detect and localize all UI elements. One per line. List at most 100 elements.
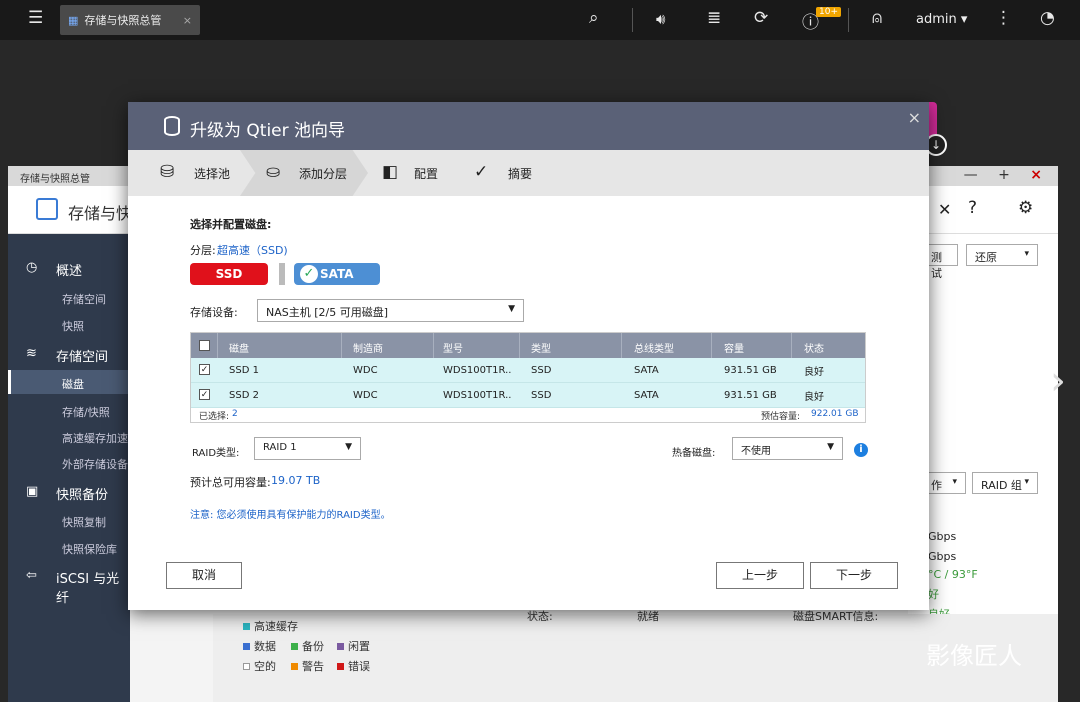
speed-value: Gbps xyxy=(928,550,957,563)
app-tab[interactable]: ▦ 存储与快照总管 × xyxy=(60,5,200,35)
sidebar-item-storage-snapshot[interactable]: 存储/快照 xyxy=(62,404,110,420)
tier-ssd-button[interactable]: SSD xyxy=(190,263,268,285)
cell-capacity: 931.51 GB xyxy=(724,365,777,376)
sidebar-item-snapshot-replica[interactable]: 快照复制 xyxy=(62,514,106,530)
cell-bus: SATA xyxy=(634,365,659,376)
sidebar-item-snapshot[interactable]: 快照 xyxy=(62,318,84,334)
notification-badge: 10+ xyxy=(816,7,841,17)
col-model: 型号 xyxy=(443,344,463,355)
legend-error: 错误 xyxy=(337,658,370,674)
legend-data-label: 数据 xyxy=(254,640,276,653)
legend-cache: 高速缓存 xyxy=(243,618,298,634)
raid-note: 注意: 您必须使用具有保护能力的RAID类型。 xyxy=(190,510,391,521)
cell-model: WDS100T1R.. xyxy=(443,390,512,401)
chevron-right-icon[interactable]: › xyxy=(1050,358,1066,404)
col-capacity: 容量 xyxy=(724,344,744,355)
legend-error-label: 错误 xyxy=(348,660,370,673)
tier-value: 超高速（SSD) xyxy=(217,244,288,257)
col-type: 类型 xyxy=(531,344,551,355)
table-footer: 已选择: 2 预估容量: 922.01 GB xyxy=(191,408,865,423)
sidebar-item-external[interactable]: 外部存储设备 xyxy=(62,456,128,472)
action-label: 作 xyxy=(931,479,942,492)
col-disk: 磁盘 xyxy=(229,344,249,355)
legend-backup: 备份 xyxy=(291,638,324,654)
row-checkbox[interactable]: ✓ xyxy=(199,389,210,400)
sidebar-item-disks[interactable]: 磁盘 xyxy=(62,376,84,392)
sidebar-group-storage[interactable]: 存储空间 xyxy=(56,346,108,365)
raid-group-button[interactable]: RAID 组 ▾ xyxy=(972,472,1038,494)
sidebar-group-iscsi[interactable]: iSCSI 与光纤 xyxy=(56,568,130,606)
chevron-down-icon: ▾ xyxy=(952,477,957,487)
temperature-value: °C / 93°F xyxy=(928,568,978,581)
sidebar-item-cache[interactable]: 高速缓存加速 xyxy=(62,430,128,446)
help-icon[interactable]: ? xyxy=(968,198,977,218)
cell-type: SSD xyxy=(531,390,552,401)
status-value: 就绪 xyxy=(637,610,659,623)
step-summary: 摘要 xyxy=(508,167,533,181)
divider xyxy=(632,8,633,32)
tier-sata-label: SATA xyxy=(320,267,354,281)
hot-spare-value: 不使用 xyxy=(741,446,771,457)
total-capacity-label: 预计总可用容量: xyxy=(190,476,271,489)
close-icon[interactable]: × xyxy=(908,108,921,127)
select-all-checkbox[interactable]: ✓ xyxy=(199,340,210,351)
sidebar-item-snapshot-vault[interactable]: 快照保险库 xyxy=(62,541,117,557)
legend-data: 数据 xyxy=(243,638,276,654)
table-row[interactable]: ✓ SSD 1 WDC WDS100T1R.. SSD SATA 931.51 … xyxy=(191,358,865,383)
step-select-pool: 选择池 xyxy=(194,167,231,181)
dashboard-icon: ◷ xyxy=(26,260,38,275)
sidebar-group-snapshot-backup[interactable]: 快照备份 xyxy=(56,484,108,503)
menu-icon[interactable]: ☰ xyxy=(28,8,43,28)
hot-spare-select[interactable]: 不使用 ▼ xyxy=(732,437,843,460)
info-icon[interactable]: i xyxy=(854,443,868,457)
dialog-header: 升级为 Qtier 池向导 × xyxy=(128,102,929,150)
sidebar-item-overview[interactable]: 概述 xyxy=(56,260,82,279)
raid-type-value: RAID 1 xyxy=(263,442,297,453)
more-icon[interactable]: ⋮ xyxy=(995,8,1012,28)
cell-type: SSD xyxy=(531,365,552,376)
sidebar: ◷ 概述 存储空间 快照 ≋ 存储空间 磁盘 存储/快照 高速缓存加速 外部存储… xyxy=(8,234,130,702)
search-icon[interactable]: ⌕ xyxy=(589,8,599,28)
volume-icon[interactable]: 🔊︎ xyxy=(656,10,665,28)
table-row[interactable]: ✓ SSD 2 WDC WDS100T1R.. SSD SATA 931.51 … xyxy=(191,383,865,408)
raid-type-select[interactable]: RAID 1 ▼ xyxy=(254,437,361,460)
config-icon: ◧ xyxy=(382,162,399,182)
dialog-title: 升级为 Qtier 池向导 xyxy=(190,121,346,141)
drive-icon: ⛀ xyxy=(266,162,281,182)
check-icon: ✓ xyxy=(300,265,318,283)
cancel-button[interactable]: 取消 xyxy=(166,562,242,589)
user-icon[interactable]: ⍝ xyxy=(872,8,882,28)
window-controls[interactable]: — + × xyxy=(964,167,1050,183)
legend-empty-label: 空的 xyxy=(254,660,276,673)
raid-group-label: RAID 组 xyxy=(981,479,1022,492)
speed-value: Gbps xyxy=(928,530,957,543)
sync-icon[interactable]: ⟳ xyxy=(754,8,768,28)
close-icon[interactable]: × xyxy=(183,14,192,27)
legend-idle: 闲置 xyxy=(337,638,370,654)
sidebar-item-storage[interactable]: 存储空间 xyxy=(62,291,106,307)
tasks-icon[interactable]: ≣ xyxy=(707,8,721,28)
storage-device-select[interactable]: NAS主机 [2/5 可用磁盘] ▼ xyxy=(257,299,524,322)
window-header-title: 存储与快 xyxy=(68,204,133,223)
cell-disk: SSD 1 xyxy=(229,365,259,376)
chevron-down-icon: ▾ xyxy=(1024,249,1029,259)
row-checkbox[interactable]: ✓ xyxy=(199,364,210,375)
dashboard-icon[interactable]: ◔ xyxy=(1040,8,1055,28)
user-menu[interactable]: admin ▾ xyxy=(916,12,967,27)
tier-divider xyxy=(279,263,285,285)
cell-status: 良好 xyxy=(804,392,824,403)
legend-idle-label: 闲置 xyxy=(348,640,370,653)
prev-button[interactable]: 上一步 xyxy=(716,562,804,589)
gear-icon[interactable]: ⚙ xyxy=(1018,198,1033,218)
cell-status: 良好 xyxy=(804,367,824,378)
iscsi-icon: ⇦ xyxy=(26,568,37,583)
wechat-icon: ◌◌ xyxy=(880,645,919,670)
selected-count: 2 xyxy=(232,409,238,419)
restore-button[interactable]: 还原 ▾ xyxy=(966,244,1038,266)
legend-warn-label: 警告 xyxy=(302,660,324,673)
legend-warn: 警告 xyxy=(291,658,324,674)
next-button[interactable]: 下一步 xyxy=(810,562,898,589)
tier-sata-button[interactable]: ✓ SATA xyxy=(294,263,380,285)
bell-icon[interactable]: ✕ xyxy=(938,200,951,219)
divider xyxy=(848,8,849,32)
